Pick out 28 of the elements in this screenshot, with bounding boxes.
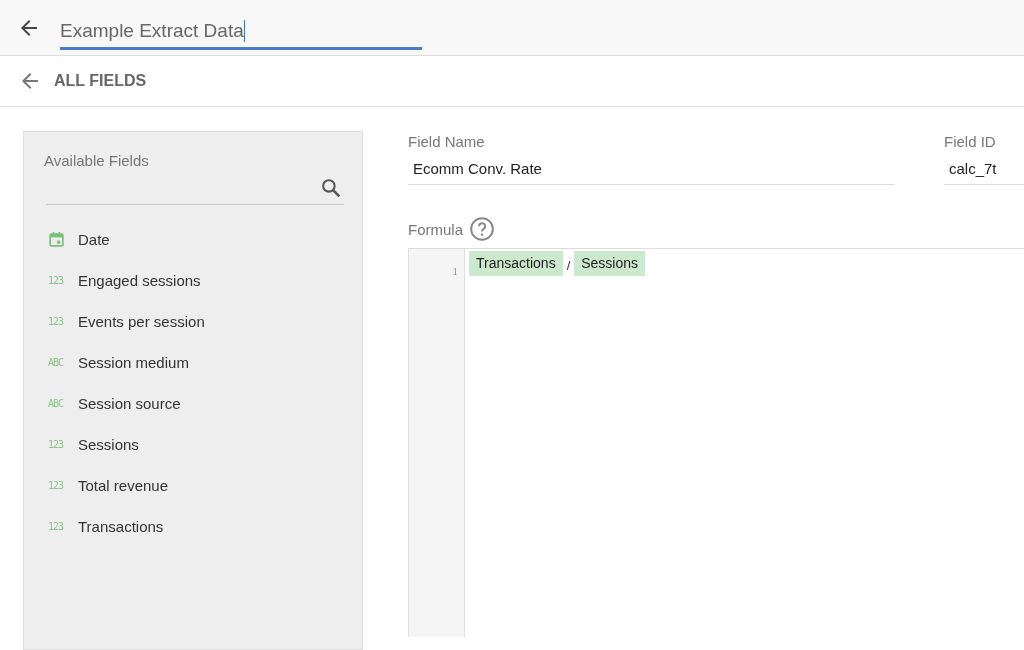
line-number: 1	[452, 265, 458, 277]
text-type-icon: ABC	[48, 398, 64, 409]
number-type-icon: 123	[48, 275, 64, 286]
field-item[interactable]: Transactions	[78, 518, 164, 535]
text-type-icon: ABC	[48, 357, 64, 368]
formula-editor[interactable]: 1 Transactions / Sessions	[408, 248, 1024, 637]
field-item[interactable]: Events per session	[78, 313, 205, 330]
number-type-icon: 123	[48, 439, 64, 450]
field-token: Transactions	[469, 251, 563, 276]
formula-label: Formula	[408, 220, 463, 238]
field-token: Sessions	[574, 251, 646, 276]
number-type-icon: 123	[48, 521, 64, 532]
field-item[interactable]: Session source	[78, 395, 181, 412]
field-name-input[interactable]: Ecomm Conv. Rate	[408, 154, 894, 185]
number-type-icon: 123	[48, 480, 64, 491]
field-item[interactable]: Sessions	[78, 436, 139, 453]
all-fields-link[interactable]: ALL FIELDS	[54, 72, 147, 90]
field-name-label: Field Name	[408, 133, 486, 150]
field-item[interactable]: Engaged sessions	[78, 272, 201, 289]
field-item[interactable]: Total revenue	[78, 477, 169, 494]
panel-title: Available Fields	[44, 152, 150, 169]
field-id-label: Field ID	[944, 133, 997, 150]
field-item[interactable]: Date	[78, 231, 110, 248]
field-id-input[interactable]: calc_7t	[944, 154, 1024, 185]
operator-text: /	[566, 257, 571, 273]
number-type-icon: 123	[48, 316, 64, 327]
field-item[interactable]: Session medium	[78, 354, 189, 371]
report-title-text: Example Extract Data	[60, 20, 244, 42]
